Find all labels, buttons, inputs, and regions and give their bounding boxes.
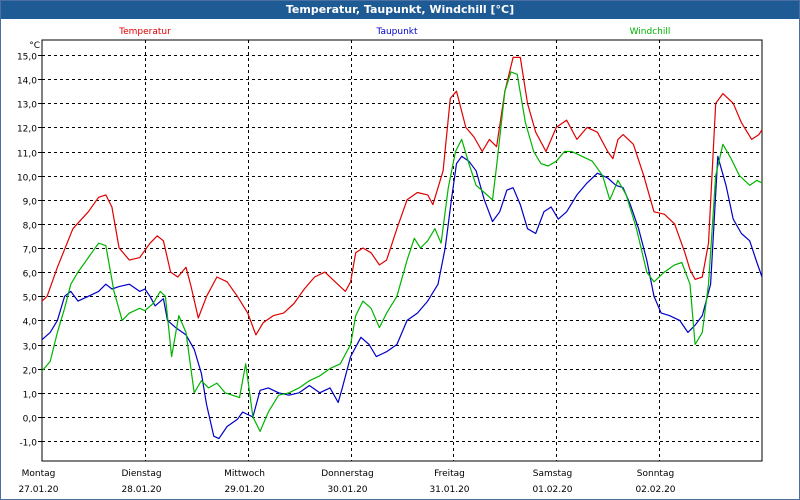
- x-date-label: 31.01.20: [429, 485, 469, 495]
- y-tick-label: 0,0: [23, 415, 38, 425]
- x-weekday-label: Montag: [22, 469, 56, 479]
- x-date-label: 29.01.20: [224, 485, 264, 495]
- x-weekday-label: Donnerstag: [321, 469, 374, 479]
- y-tick-label: 1,0: [23, 391, 38, 401]
- legend-taupunkt: Taupunkt: [375, 27, 418, 37]
- x-weekday-label: Freitag: [434, 469, 465, 479]
- chart-canvas: -1,0 0,0 1,0 2,0 3,0 4,0 5,0 6,0 7,0 8,0 9,0 10,0 11…: [17, 27, 763, 495]
- y-tick-label: 8,0: [23, 222, 38, 232]
- x-weekday-label: Mittwoch: [224, 469, 265, 479]
- x-weekday-label: Samstag: [533, 469, 572, 479]
- y-tick-label: 13,0: [17, 101, 37, 111]
- y-tick-label: 12,0: [17, 125, 37, 135]
- y-tick-label: 4,0: [23, 318, 38, 328]
- y-tick-label: 7,0: [23, 246, 38, 256]
- y-tick-label: 10,0: [17, 174, 37, 184]
- x-weekday-label: Sonntag: [637, 469, 674, 479]
- y-tick-label: 9,0: [23, 198, 38, 208]
- x-date-label: 28.01.20: [121, 485, 161, 495]
- y-tick-label: 11,0: [17, 150, 37, 160]
- y-unit-label: °C: [29, 41, 40, 51]
- x-date-label: 02.02.20: [635, 485, 675, 495]
- x-weekday-label: Dienstag: [121, 469, 161, 479]
- series-line-windchill: [41, 71, 763, 432]
- x-date-label: 01.02.20: [532, 485, 572, 495]
- y-tick-label: 5,0: [23, 294, 38, 304]
- legend-temperatur: Temperatur: [118, 27, 171, 37]
- series-line-taupunkt: [41, 155, 763, 440]
- y-tick-labels: -1,0 0,0 1,0 2,0 3,0 4,0 5,0 6,0 7,0 8,0 9,0 10,0 11…: [17, 41, 40, 449]
- grid: [42, 40, 762, 461]
- y-tick-label: 2,0: [23, 367, 38, 377]
- y-tick-label: 3,0: [23, 343, 38, 353]
- y-tick-label: 15,0: [17, 53, 37, 63]
- x-date-label: 30.01.20: [327, 485, 367, 495]
- x-day-labels: Montag 27.01.20 Dienstag 28.01.20 Mittwoch 29…: [18, 469, 675, 495]
- x-date-label: 27.01.20: [18, 485, 58, 495]
- y-tick-label: 14,0: [17, 77, 37, 87]
- legend-windchill: Windchill: [630, 27, 671, 37]
- legend: Temperatur Taupunkt Windchill: [118, 27, 670, 37]
- y-tick-label: -1,0: [19, 439, 37, 449]
- y-tick-label: 6,0: [23, 270, 38, 280]
